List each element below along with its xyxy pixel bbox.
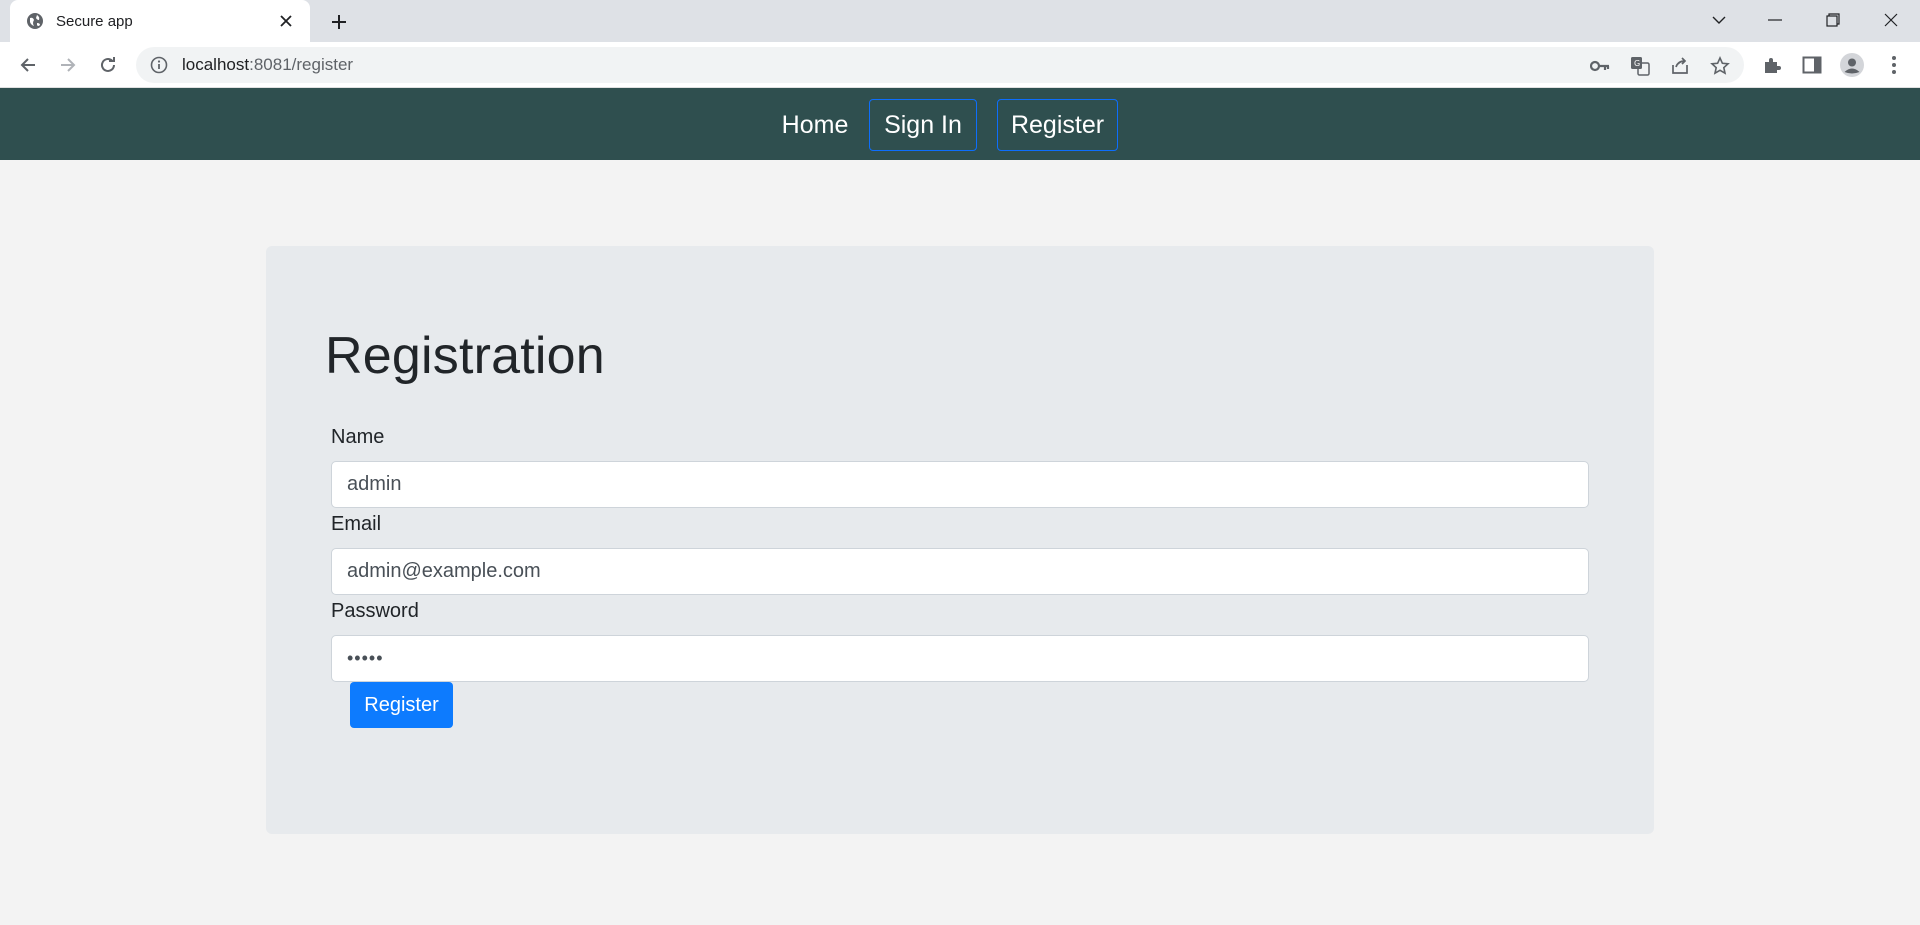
chevron-down-icon[interactable]	[1696, 0, 1742, 40]
nav-home-link[interactable]: Home	[770, 99, 860, 151]
translate-icon[interactable]: G	[1630, 56, 1650, 76]
register-submit-button[interactable]: Register	[350, 682, 453, 728]
star-icon[interactable]	[1710, 56, 1730, 76]
minimize-icon[interactable]	[1752, 0, 1798, 40]
name-label: Name	[331, 426, 385, 448]
profile-icon[interactable]	[1840, 53, 1864, 77]
password-input[interactable]: •••••	[331, 635, 1589, 682]
restore-icon[interactable]	[1810, 0, 1856, 40]
kebab-menu-icon[interactable]	[1882, 53, 1906, 77]
nav-sign-in-link[interactable]: Sign In	[869, 99, 977, 151]
app-navbar: Home Sign In Register	[0, 88, 1920, 160]
url-path: :8081/register	[249, 55, 354, 74]
share-icon[interactable]	[1670, 56, 1690, 76]
url-host: localhost	[182, 55, 250, 74]
svg-text:G: G	[1634, 59, 1640, 68]
reload-icon[interactable]	[94, 51, 122, 79]
page-title: Registration	[325, 327, 605, 385]
email-label: Email	[331, 513, 382, 535]
email-input[interactable]: admin@example.com	[331, 548, 1589, 595]
tab-strip: Secure app	[0, 0, 1920, 42]
globe-icon	[26, 12, 44, 30]
puzzle-icon[interactable]	[1760, 53, 1784, 77]
password-label: Password	[331, 600, 419, 622]
key-icon[interactable]	[1590, 56, 1610, 76]
browser-toolbar: localhost:8081/register G	[0, 42, 1920, 88]
registration-card: Registration Name admin Email admin@exam…	[266, 246, 1654, 834]
address-bar[interactable]: localhost:8081/register G	[136, 47, 1744, 83]
browser-tab[interactable]: Secure app	[10, 0, 310, 42]
plus-icon[interactable]	[325, 8, 353, 36]
close-icon[interactable]	[276, 11, 296, 31]
name-input[interactable]: admin	[331, 461, 1589, 508]
side-panel-icon[interactable]	[1800, 53, 1824, 77]
forward-arrow-icon[interactable]	[54, 51, 82, 79]
info-icon[interactable]	[150, 56, 168, 74]
nav-register-link[interactable]: Register	[997, 99, 1118, 151]
tab-title: Secure app	[56, 12, 133, 30]
window-close-icon[interactable]	[1868, 0, 1914, 40]
back-arrow-icon[interactable]	[14, 51, 42, 79]
